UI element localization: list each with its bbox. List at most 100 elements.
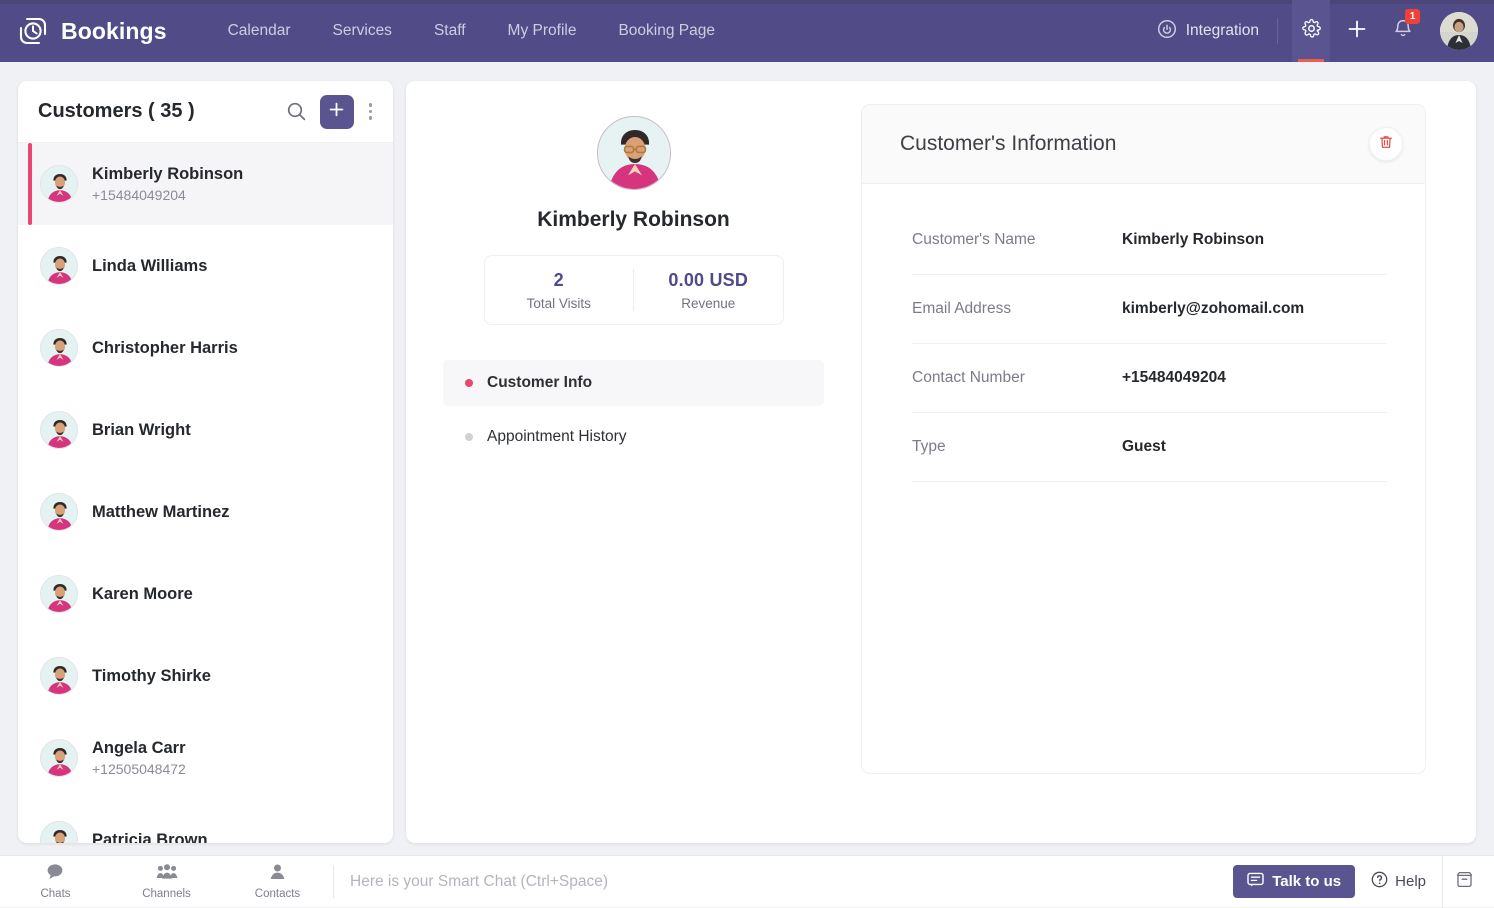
customer-avatar-illustration	[40, 739, 78, 777]
list-item[interactable]: Linda Williams	[18, 225, 393, 307]
stat-label: Revenue	[681, 295, 736, 311]
delete-customer-button[interactable]	[1369, 127, 1403, 161]
customer-name: Kimberly Robinson	[92, 165, 244, 183]
customer-name: Christopher Harris	[92, 338, 238, 357]
stat-value: 0.00 USD	[668, 269, 749, 290]
tab-spacer	[443, 406, 824, 414]
info-card-title: Customer's Information	[900, 132, 1117, 155]
topbar-divider	[1277, 18, 1278, 44]
list-item-meta: Kimberly Robinson +15484049204	[92, 165, 243, 203]
chat-bubble-icon	[46, 863, 65, 885]
list-item[interactable]: Timothy Shirke	[18, 635, 393, 717]
customers-panel: Customers ( 35 ) Kimberly Robinson +1548…	[18, 81, 393, 843]
stat-value: 2	[553, 269, 564, 290]
add-customer-button[interactable]	[319, 94, 354, 129]
bottom-tab-contacts[interactable]: Contacts	[222, 856, 333, 908]
list-item[interactable]: Matthew Martinez	[18, 471, 393, 553]
nav-item-my-profile[interactable]: My Profile	[487, 0, 598, 62]
archive-button[interactable]	[1442, 855, 1486, 908]
list-item-meta: Brian Wright	[92, 421, 191, 440]
smart-chat-input[interactable]: Here is your Smart Chat (Ctrl+Space)	[334, 856, 1233, 907]
top-navigation-bar: Bookings Calendar Services Staff My Prof…	[0, 0, 1494, 62]
talk-to-us-button[interactable]: Talk to us	[1233, 865, 1356, 898]
list-item-meta: Patricia Brown	[92, 831, 208, 844]
info-card-body: Customer's Name Kimberly Robinson Email …	[862, 184, 1425, 482]
brand[interactable]: Bookings	[0, 14, 167, 48]
bottom-tab-label: Chats	[40, 888, 71, 900]
nav-item-services[interactable]: Services	[312, 0, 413, 62]
settings-button[interactable]	[1292, 0, 1330, 62]
question-circle-icon	[1371, 871, 1388, 892]
list-item-meta: Matthew Martinez	[92, 503, 230, 522]
customer-detail-panel: Kimberly Robinson 2 Total Visits 0.00 US…	[406, 81, 1476, 843]
kebab-menu-icon[interactable]	[366, 103, 375, 120]
list-item-meta: Timothy Shirke	[92, 667, 211, 686]
tab-customer-info[interactable]: Customer Info	[443, 360, 824, 406]
stat-revenue: 0.00 USD Revenue	[634, 270, 783, 311]
customers-header-actions	[286, 94, 375, 129]
bottom-bar: Chats Channels Contacts Here is your Sma…	[0, 855, 1494, 908]
bottom-tab-label: Contacts	[254, 888, 301, 900]
add-button[interactable]	[1338, 0, 1376, 62]
archive-box-icon	[1455, 870, 1474, 894]
brand-name: Bookings	[61, 17, 167, 44]
bottom-bar-tabs: Chats Channels Contacts	[0, 856, 333, 907]
list-item-meta: Linda Williams	[92, 257, 207, 276]
topbar-right-actions: Integration 1	[1157, 0, 1494, 62]
notifications-button[interactable]: 1	[1384, 0, 1422, 62]
info-label: Contact Number	[912, 369, 1025, 386]
customer-name: Timothy Shirke	[92, 666, 211, 685]
tab-label: Customer Info	[487, 374, 593, 391]
search-icon[interactable]	[286, 101, 308, 123]
help-button[interactable]: Help	[1355, 865, 1442, 898]
stat-total-visits: 2 Total Visits	[485, 270, 634, 311]
gear-icon	[1301, 18, 1322, 44]
info-row-customer-name: Customer's Name Kimberly Robinson	[912, 206, 1387, 275]
nav-item-staff[interactable]: Staff	[413, 0, 487, 62]
list-item[interactable]: Kimberly Robinson +15484049204	[18, 143, 393, 225]
workspace: Customers ( 35 ) Kimberly Robinson +1548…	[0, 62, 1494, 855]
info-value: +15484049204	[1122, 369, 1226, 386]
customers-list[interactable]: Kimberly Robinson +15484049204 Linda Wil…	[18, 143, 393, 843]
list-item[interactable]: Brian Wright	[18, 389, 393, 471]
bottom-tab-chats[interactable]: Chats	[0, 856, 111, 908]
customer-name: Linda Williams	[92, 256, 208, 275]
plus-icon	[1346, 18, 1368, 45]
list-item[interactable]: Karen Moore	[18, 553, 393, 635]
customers-title: Customers ( 35 )	[38, 100, 195, 122]
list-item[interactable]: Christopher Harris	[18, 307, 393, 389]
channels-group-icon	[156, 863, 178, 885]
talk-to-us-label: Talk to us	[1272, 873, 1342, 890]
info-label: Customer's Name	[912, 231, 1036, 248]
help-label: Help	[1395, 873, 1426, 890]
info-row-type: Type Guest	[912, 413, 1387, 482]
profile-column: Kimberly Robinson 2 Total Visits 0.00 US…	[406, 81, 861, 460]
integration-label: Integration	[1185, 22, 1259, 39]
nav-item-calendar[interactable]: Calendar	[207, 0, 312, 62]
info-row-contact-number: Contact Number +15484049204	[912, 344, 1387, 413]
tab-appointment-history[interactable]: Appointment History	[443, 414, 824, 460]
customer-avatar-illustration	[40, 247, 78, 285]
customer-avatar-illustration	[40, 493, 78, 531]
profile-stats: 2 Total Visits 0.00 USD Revenue	[483, 255, 784, 325]
info-value: Guest	[1122, 438, 1166, 455]
info-label: Type	[912, 438, 946, 455]
user-avatar-photo[interactable]	[1440, 12, 1478, 50]
bookings-clock-logo-icon	[16, 14, 50, 48]
stat-label: Total Visits	[526, 295, 591, 311]
tab-active-dot-icon	[465, 379, 473, 387]
bottom-bar-right-actions: Talk to us Help	[1233, 855, 1494, 908]
customers-panel-header: Customers ( 35 )	[18, 81, 393, 143]
integration-button[interactable]: Integration	[1157, 19, 1277, 44]
info-label: Email Address	[912, 300, 1012, 317]
customer-avatar-illustration	[40, 165, 78, 203]
info-value: kimberly@zohomail.com	[1122, 300, 1305, 317]
customer-avatar-illustration	[40, 657, 78, 695]
nav-item-booking-page[interactable]: Booking Page	[597, 0, 736, 62]
detail-tabs: Customer Info Appointment History	[443, 360, 824, 460]
list-item[interactable]: Angela Carr +12505048472	[18, 717, 393, 799]
customer-avatar-illustration	[40, 575, 78, 613]
list-item[interactable]: Patricia Brown	[18, 799, 393, 843]
bottom-tab-channels[interactable]: Channels	[111, 856, 222, 908]
customer-avatar-illustration	[40, 411, 78, 449]
